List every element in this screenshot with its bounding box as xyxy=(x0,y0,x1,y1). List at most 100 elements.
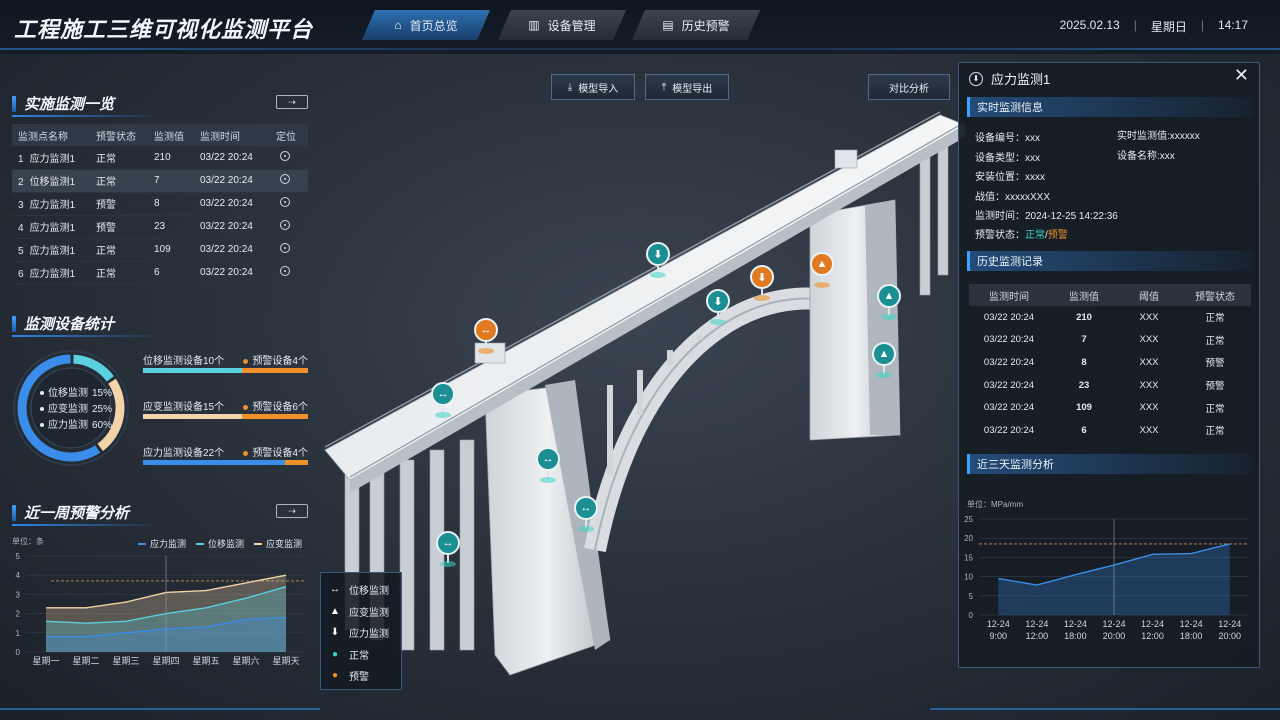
y-tick-label: 5 xyxy=(16,552,21,561)
cell-status: 预警 xyxy=(90,215,148,239)
legend-label: 位移监测 xyxy=(349,586,389,598)
table-row[interactable]: 03/22 20:24 210 XXX 正常 xyxy=(969,306,1251,329)
donut-legend-item: 应变监测 25% xyxy=(40,402,112,418)
y-tick-label: 4 xyxy=(16,571,21,580)
info-line: 设备类型：xxx xyxy=(975,149,1040,164)
stat-warn: 预警设备6个 xyxy=(243,398,308,413)
detail-panel: ⬇ 应力监测1 ✕ 实时监测信息 设备编号：xxx 设备类型：xxx 安装位置：xx… xyxy=(958,62,1260,668)
cell-locate xyxy=(270,238,308,262)
cell-status: 正常 xyxy=(1205,403,1225,415)
divider: | xyxy=(1133,18,1137,32)
cell-locate xyxy=(270,215,308,239)
table-row[interactable]: 03/22 20:24 7 XXX 正常 xyxy=(969,329,1251,352)
info-value: xxx xyxy=(1025,133,1040,144)
locate-icon[interactable] xyxy=(280,174,290,184)
cell-value: 109 xyxy=(148,238,194,262)
y-tick-label: 2 xyxy=(16,610,21,619)
date-text: 2025.02.13 xyxy=(1059,18,1120,32)
tab-history-warning[interactable]: ▤ 历史预警 xyxy=(632,10,760,40)
model-export-button[interactable]: ⤒ 模型导出 xyxy=(645,74,729,100)
model-import-button[interactable]: ⤓ 模型导入 xyxy=(551,74,635,100)
x-tick-label: 星期二 xyxy=(72,656,99,666)
donut-legend-item: 应力监测 60% xyxy=(40,418,112,434)
stat-label: 应力监测设备22个 xyxy=(143,448,225,459)
displacement-marker[interactable]: ↔ xyxy=(574,496,598,532)
compare-analysis-button[interactable]: 对比分析 xyxy=(868,74,950,100)
y-tick-label: 10 xyxy=(964,573,973,582)
info-value: xxxx xyxy=(1025,172,1045,183)
table-row[interactable]: 5 应力监测1 正常 109 03/22 20:24 xyxy=(12,238,308,262)
legend-label: 预警 xyxy=(349,672,369,684)
cell-locate xyxy=(270,192,308,216)
cell-status: 正常 xyxy=(90,169,148,193)
title-underline xyxy=(12,524,162,526)
more-arrow-button[interactable]: ⇢ xyxy=(276,504,308,518)
home-icon: ⌂ xyxy=(394,18,402,32)
cell-value: 109 xyxy=(1076,402,1092,414)
marker-base xyxy=(754,295,770,301)
legend-label: 应力监测 xyxy=(48,420,88,431)
close-icon[interactable]: ✕ xyxy=(1234,65,1249,86)
cell-locate xyxy=(270,261,308,285)
weekday-text: 星期日 xyxy=(1150,20,1187,34)
table-row[interactable]: 4 应力监测1 预警 23 03/22 20:24 xyxy=(12,215,308,239)
x-tick-label: 20:00 xyxy=(1218,631,1241,641)
table-header-row: 监测点名称 预警状态 监测值 监测时间 定位 xyxy=(12,124,308,146)
cell-value: 8 xyxy=(148,192,194,216)
legend-item: ▲ 应变监测 xyxy=(329,601,393,623)
displacement-marker[interactable]: ↔ xyxy=(431,382,455,418)
displacement-marker[interactable]: ↔ xyxy=(536,447,560,483)
table-row[interactable]: 6 应力监测1 正常 6 03/22 20:24 xyxy=(12,261,308,285)
y-tick-label: 3 xyxy=(16,590,21,599)
table-row[interactable]: 1 应力监测1 正常 210 03/22 20:24 xyxy=(12,146,308,170)
time-text: 14:17 xyxy=(1217,18,1248,32)
tab-home-overview[interactable]: ⌂ 首页总览 xyxy=(362,10,490,40)
table-row[interactable]: 03/22 20:24 8 XXX 预警 xyxy=(969,351,1251,374)
displacement-marker[interactable]: ↔ xyxy=(474,318,498,354)
stress-icon: ⬇ xyxy=(330,627,340,639)
table-row[interactable]: 03/22 20:24 23 XXX 预警 xyxy=(969,374,1251,397)
three-day-chart: 单位：MPa/mm 0 5 10 15 20 25 12-24 9:00 12-24 12:00 12… xyxy=(964,499,1249,641)
marker-base xyxy=(881,314,897,320)
tab-label: 首页总览 xyxy=(409,18,458,33)
cell-threshold: XXX xyxy=(1139,356,1159,368)
stress-marker[interactable]: ⬇ xyxy=(750,265,774,301)
stress-marker[interactable]: ⬇ xyxy=(706,289,730,325)
info-line: 安装位置：xxxx xyxy=(975,168,1045,183)
table-row[interactable]: 03/22 20:24 6 XXX 正常 xyxy=(969,419,1251,442)
info-value: xxx xyxy=(1159,151,1175,162)
locate-icon[interactable] xyxy=(280,197,290,207)
x-tick-label: 12-24 xyxy=(1064,619,1087,629)
locate-icon[interactable] xyxy=(280,243,290,253)
section-title: 实时监测信息 xyxy=(977,102,1043,114)
stress-marker[interactable]: ⬇ xyxy=(646,242,670,278)
legend-label: 位移监测 xyxy=(208,538,244,549)
tab-device-management[interactable]: ▥ 设备管理 xyxy=(498,10,626,40)
locate-icon[interactable] xyxy=(280,220,290,230)
displacement-icon: ↔ xyxy=(442,537,454,549)
y-axis-unit: 单位：条 xyxy=(12,536,44,546)
y-tick-label: 15 xyxy=(964,553,973,562)
table-row[interactable]: 3 应力监测1 预警 8 03/22 20:24 xyxy=(12,192,308,216)
cell-status: 正常 xyxy=(1205,335,1225,347)
x-tick-label: 星期一 xyxy=(32,656,59,666)
bridge-3d-model[interactable] xyxy=(310,95,970,695)
table-row[interactable]: 03/22 20:24 109 XXX 正常 xyxy=(969,396,1251,419)
table-row[interactable]: 2 位移监测1 正常 7 03/22 20:24 xyxy=(12,169,308,193)
locate-icon[interactable] xyxy=(280,150,290,161)
device-stat-row: 应力监测设备22个 预警设备4个 xyxy=(143,444,308,468)
x-tick-label: 18:00 xyxy=(1064,631,1087,641)
strain-marker[interactable]: ▲ xyxy=(872,342,896,378)
displacement-marker[interactable]: ↔ xyxy=(436,531,460,567)
strain-marker[interactable]: ▲ xyxy=(810,252,834,288)
displacement-icon: ↔ xyxy=(580,502,592,514)
locate-icon[interactable] xyxy=(280,266,290,276)
row-index: 3 xyxy=(18,200,24,211)
marker-base xyxy=(814,282,830,288)
monitor-list-title: 实施监测一览 xyxy=(12,93,162,117)
legend-label: 应变监测 xyxy=(349,607,389,619)
strain-marker[interactable]: ▲ xyxy=(877,284,901,320)
legend-label: 应力监测 xyxy=(150,538,186,549)
more-arrow-button[interactable]: ⇢ xyxy=(276,95,308,109)
status-warning: 预警 xyxy=(1047,230,1068,241)
